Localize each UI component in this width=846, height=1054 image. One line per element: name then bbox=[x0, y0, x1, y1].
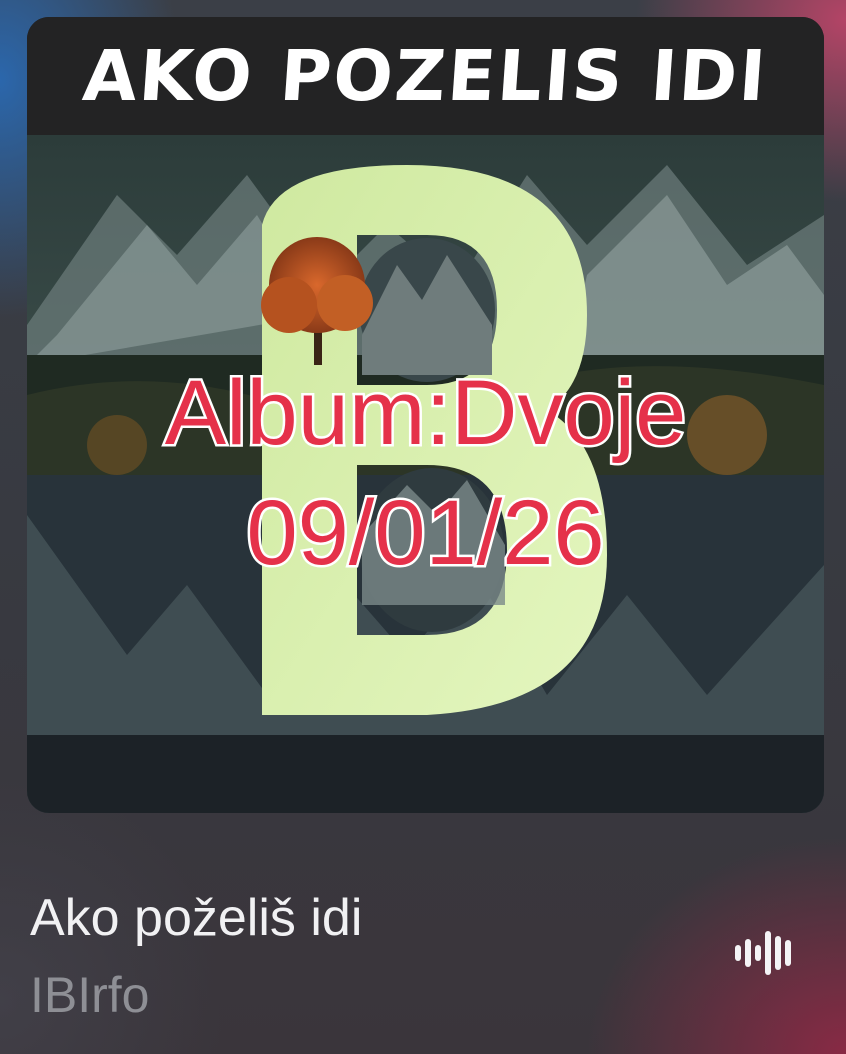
artwork-header-title: AKO POZELIS IDI bbox=[80, 35, 771, 117]
artwork-landscape-illustration bbox=[27, 135, 824, 813]
artwork-header-banner: AKO POZELIS IDI bbox=[27, 17, 824, 135]
artwork-image bbox=[27, 135, 824, 813]
album-name-overlay: Album:Dvoje bbox=[162, 362, 689, 464]
song-title[interactable]: Ako poželiš idi bbox=[30, 888, 362, 948]
artist-name[interactable]: IBIrfo bbox=[30, 966, 149, 1024]
waveform-icon bbox=[735, 931, 791, 975]
album-artwork[interactable]: AKO POZELIS IDI Album:Dvoje 09/01/26 bbox=[27, 17, 824, 813]
release-date-overlay: 09/01/26 bbox=[244, 482, 607, 584]
